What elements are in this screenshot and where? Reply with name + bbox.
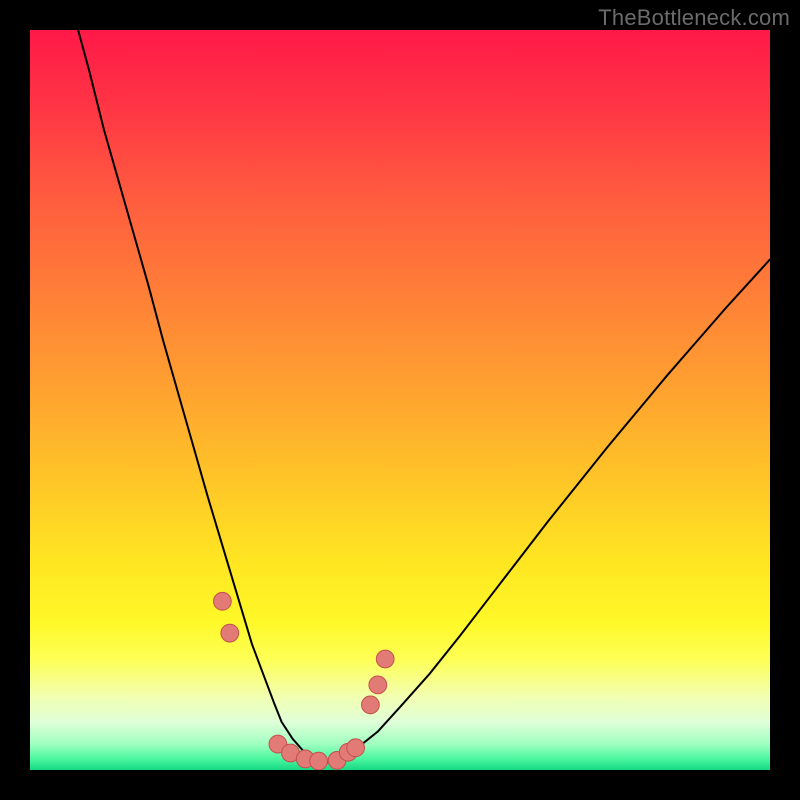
data-marker [362,696,380,714]
plot-area [30,30,770,770]
chart-frame: TheBottleneck.com [0,0,800,800]
data-marker [369,676,387,694]
data-marker [221,624,239,642]
data-markers [30,30,770,770]
data-marker [376,650,394,668]
data-marker [310,752,328,770]
data-marker [347,739,365,757]
watermark-text: TheBottleneck.com [598,5,790,31]
data-marker [214,592,232,610]
